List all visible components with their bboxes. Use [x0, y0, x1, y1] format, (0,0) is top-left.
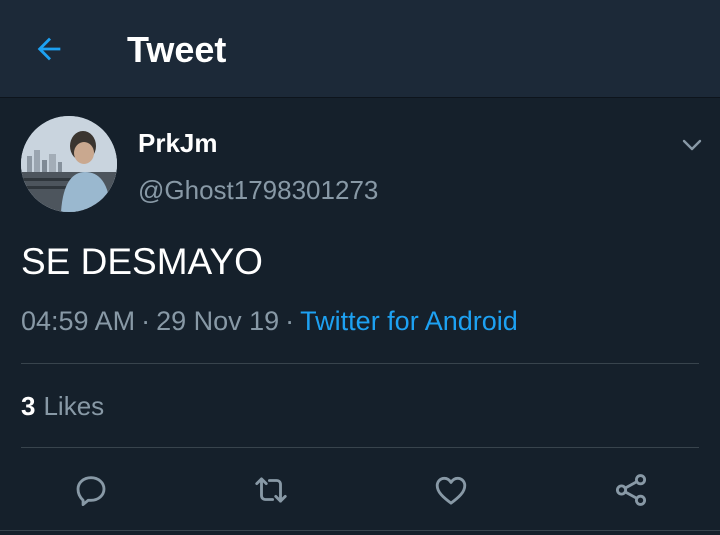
avatar[interactable] — [21, 116, 117, 212]
page-title: Tweet — [127, 29, 227, 70]
tweet-date: 29 Nov 19 — [156, 306, 280, 336]
top-app-bar: Tweet — [0, 0, 720, 98]
tweet-actions-bar — [0, 465, 720, 515]
likes-label: Likes — [43, 391, 105, 421]
user-handle[interactable]: @Ghost1798301273 — [138, 173, 378, 207]
back-button[interactable] — [22, 27, 74, 71]
tweet-metadata: 04:59 AM · 29 Nov 19 · Twitter for Android — [21, 303, 518, 339]
reply-icon — [76, 476, 106, 506]
meta-separator: · — [285, 306, 295, 336]
tweet-time: 04:59 AM — [21, 306, 136, 336]
tweet-detail-screen: Tweet PrkJm @Ghost1798301273 SE DESMAYO … — [0, 0, 720, 535]
like-button[interactable] — [426, 465, 476, 515]
tweet-detail: PrkJm @Ghost1798301273 SE DESMAYO 04:59 … — [0, 99, 720, 535]
likes-count-link[interactable]: 3 Likes — [21, 389, 104, 423]
reply-button[interactable] — [66, 465, 116, 515]
retweet-button[interactable] — [246, 465, 296, 515]
likes-count: 3 — [21, 391, 36, 421]
divider — [21, 447, 699, 448]
meta-separator: · — [141, 306, 151, 336]
avatar-photo — [21, 116, 117, 212]
heart-icon — [435, 476, 467, 505]
retweet-icon — [255, 477, 287, 503]
tweet-source-link[interactable]: Twitter for Android — [300, 306, 518, 336]
tweet-text: SE DESMAYO — [21, 241, 263, 282]
chevron-down-icon — [682, 139, 702, 151]
share-button[interactable] — [606, 465, 656, 515]
arrow-left-icon — [37, 37, 61, 61]
share-icon — [615, 474, 647, 506]
divider — [21, 363, 699, 364]
divider — [0, 530, 720, 531]
more-options-button[interactable] — [676, 129, 708, 161]
display-name[interactable]: PrkJm — [138, 126, 218, 160]
